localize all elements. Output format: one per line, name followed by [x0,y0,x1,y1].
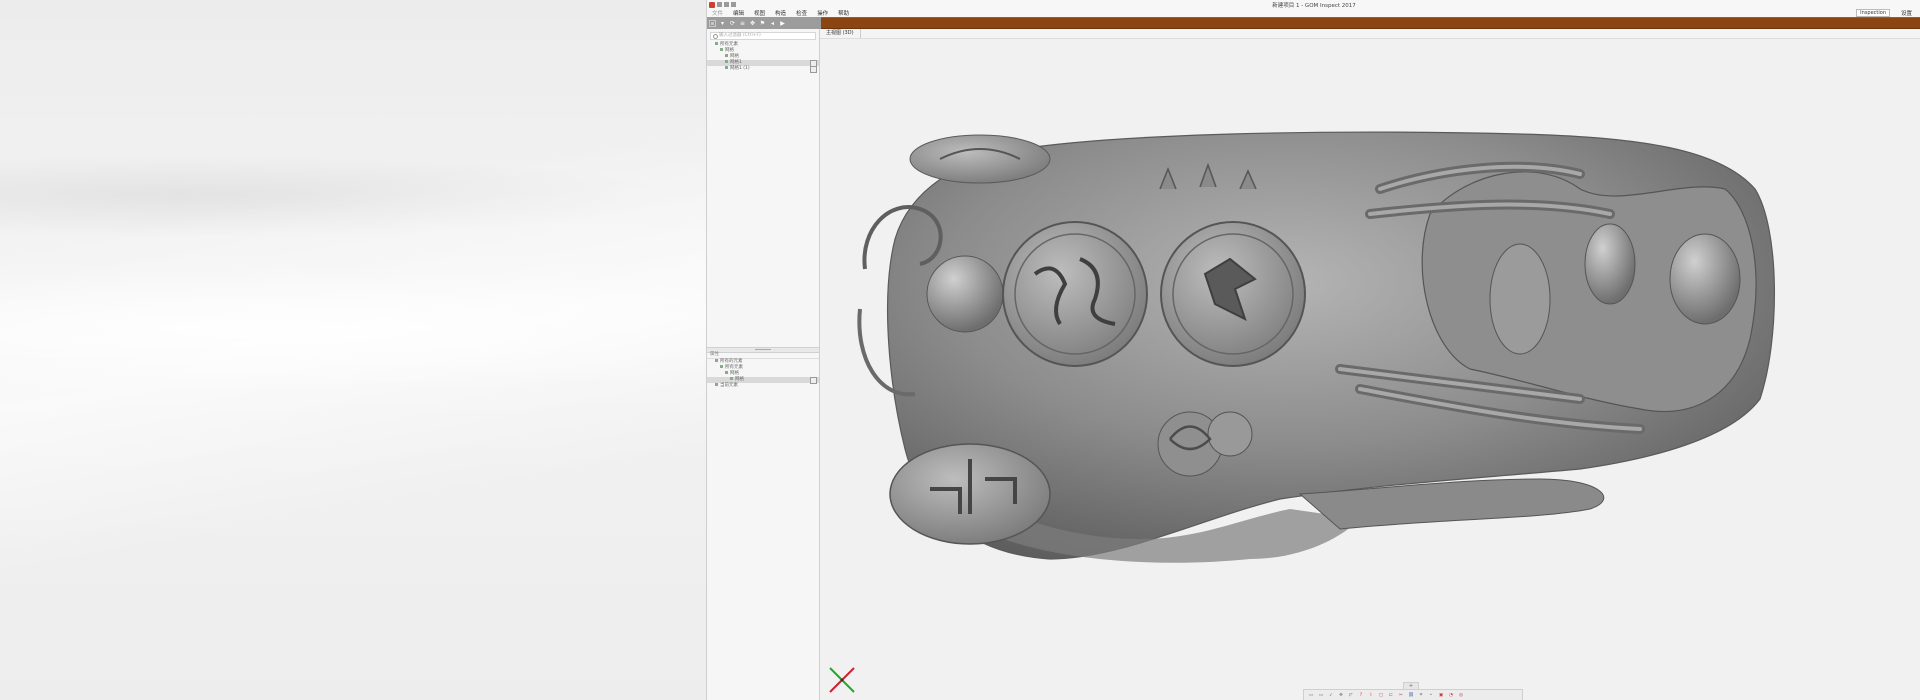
property-label: 所有的元素 [720,359,743,364]
box-select-icon[interactable]: ▢ [1377,692,1385,699]
folder-icon [715,359,718,362]
clock-icon[interactable]: ◔ [1447,692,1455,699]
menu-operations[interactable]: 操作 [812,9,833,17]
pointer-icon[interactable]: ➶ [1327,692,1335,699]
application-window: 新建项目 1 - GOM Inspect 2017 文件 编辑 视图 构造 检查… [706,0,1920,700]
folder-icon [720,48,723,51]
tree-item-label: 网格 [725,48,734,53]
workspace-select[interactable]: Inspection [1856,9,1890,17]
menu-edit[interactable]: 编辑 [728,9,749,17]
pan-icon[interactable]: ✥ [1337,692,1345,699]
property-label: 所有元素 [725,365,743,370]
search-icon [713,34,718,39]
select-icon[interactable]: ▢ [709,19,716,27]
menu-construct[interactable]: 构造 [770,9,791,17]
window-title: 新建项目 1 - GOM Inspect 2017 [1272,3,1356,9]
property-label: 当前元素 [720,383,738,388]
tree-item-label: 网格 [730,54,739,59]
tab-main-view[interactable]: 主视图 (3D) [820,29,861,38]
properties-panel: 属性 所有的元素 所有元素 网格 网格 当前元素 [707,352,819,389]
3d-viewport[interactable]: + ▭ ▭ ➶ ✥ ◸ ? ⌇ ▢ ⊏ ✂ ⛓ ⌗ • ▣ ◔ ◎ [820,39,1920,700]
menu-bar: 文件 编辑 视图 构造 检查 操作 帮助 Inspection 设置 [707,9,1920,17]
lasso-icon[interactable]: ⌇ [1367,692,1375,699]
desktop-wallpaper [0,0,706,700]
select-area-icon[interactable]: ◸ [1347,692,1355,699]
menu-file[interactable]: 文件 [707,9,728,17]
mesh-icon [725,60,728,63]
play-icon[interactable]: ▶ [779,20,786,27]
view-back-icon[interactable]: ▭ [1317,692,1325,699]
visibility-toggle[interactable] [810,66,817,73]
rotate-icon[interactable]: ⟳ [729,20,736,27]
properties-header: 属性 [707,352,819,359]
properties-title: 属性 [710,352,719,357]
property-label: 网格 [730,371,739,376]
grip-icon [755,349,771,350]
menu-view[interactable]: 视图 [749,9,770,17]
mesh-icon [730,377,733,380]
link-icon[interactable]: ⛓ [1407,692,1415,699]
grid-icon[interactable]: ⌗ [1417,692,1425,699]
settings-menu[interactable]: 设置 [1896,9,1917,17]
search-placeholder: 输入过滤器 (Ctrl+F) [719,33,761,38]
dropdown-icon[interactable]: ▾ [719,20,726,27]
folder-icon [720,365,723,368]
explorer-panel: 输入过滤器 (Ctrl+F) 所有元素 网格 网格 网格1 网格1 (1) 属性… [707,29,820,700]
main-toolbar: ▢ ▾ ⟳ ≡ ✥ ⚑ ◂ ▶ [707,17,823,29]
menu-help[interactable]: 帮助 [833,9,854,17]
title-bar: 新建项目 1 - GOM Inspect 2017 [707,0,1920,9]
tree-item-label: 网格1 [730,60,742,65]
frame-icon[interactable]: ▣ [1437,692,1445,699]
mesh-icon [725,54,728,57]
explorer-search-input[interactable]: 输入过滤器 (Ctrl+F) [710,32,816,40]
axes-icon [829,667,855,693]
measure-icon[interactable]: ⊏ [1387,692,1395,699]
tree-item-label: 网格1 (1) [730,66,750,71]
workspace-area: Inspection 设置 [1856,9,1917,17]
tree-item[interactable]: 网格1 (1) [707,66,819,73]
flag-icon[interactable]: ⚑ [759,20,766,27]
list-icon[interactable]: ≡ [739,20,746,27]
folder-icon [715,42,718,45]
folder-icon [715,383,718,386]
point-icon[interactable]: • [1427,692,1435,699]
cut-icon[interactable]: ✂ [1397,692,1405,699]
view-toolbar: ▭ ▭ ➶ ✥ ◸ ? ⌇ ▢ ⊏ ✂ ⛓ ⌗ • ▣ ◔ ◎ [1303,689,1523,700]
menu-inspect[interactable]: 检查 [791,9,812,17]
question-icon[interactable]: ? [1357,692,1365,699]
property-label: 网格 [735,377,744,382]
property-item[interactable]: 当前元素 [707,383,819,389]
accent-strip [821,17,1920,29]
move-icon[interactable]: ✥ [749,20,756,27]
back-icon[interactable]: ◂ [769,20,776,27]
tree-item-label: 所有元素 [720,42,738,47]
mesh-icon [725,371,728,374]
view-front-icon[interactable]: ▭ [1307,692,1315,699]
target-icon[interactable]: ◎ [1457,692,1465,699]
view-tab-bar: 主视图 (3D) [820,29,1920,39]
mesh-icon [725,66,728,69]
3d-model-render [857,131,1776,563]
